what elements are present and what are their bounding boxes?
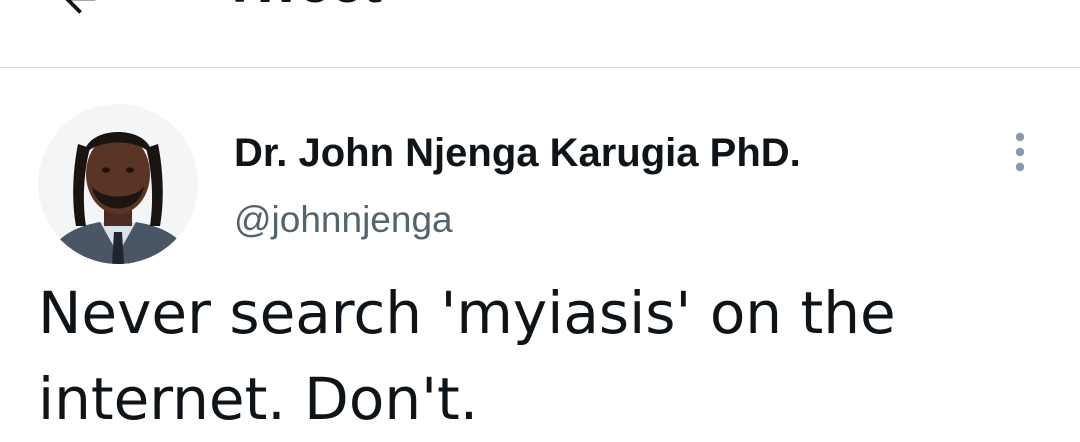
author-handle[interactable]: @johnnjenga: [234, 196, 453, 244]
tweet-text: Never search 'myiasis' on the internet. …: [38, 279, 896, 433]
more-vertical-icon: [1015, 132, 1025, 172]
author-display-name[interactable]: Dr. John Njenga Karugia PhD.: [234, 128, 801, 178]
more-options-button[interactable]: [1000, 126, 1040, 178]
profile-photo: [38, 104, 198, 264]
arrow-left-icon: [65, 0, 96, 14]
page-title: Tweet: [222, 0, 382, 12]
back-button[interactable]: [44, 0, 116, 36]
top-app-bar: Tweet: [0, 0, 1080, 68]
avatar[interactable]: [38, 104, 198, 264]
